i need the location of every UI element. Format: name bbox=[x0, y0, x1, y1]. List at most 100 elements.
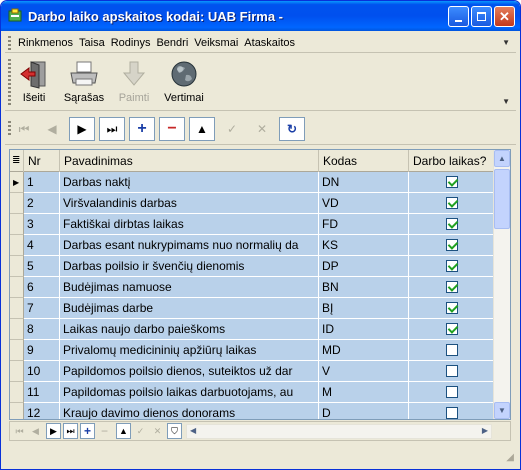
cell-name[interactable]: Faktiškai dirbtas laikas bbox=[60, 214, 319, 235]
row-indicator[interactable] bbox=[10, 214, 24, 235]
cell-work[interactable] bbox=[409, 403, 494, 419]
checked-checkbox[interactable] bbox=[446, 176, 458, 188]
codes-grid[interactable]: ≣ Nr Pavadinimas Kodas Darbo laikas? ▶ 1 D… bbox=[9, 149, 511, 420]
row-indicator[interactable] bbox=[10, 340, 24, 361]
cell-work[interactable] bbox=[409, 235, 494, 256]
nav-next-button[interactable]: ▶ bbox=[69, 117, 95, 141]
row-indicator[interactable] bbox=[10, 403, 24, 419]
bottom-last-button[interactable]: ⏭ bbox=[63, 423, 78, 439]
cell-nr[interactable]: 8 bbox=[24, 319, 60, 340]
table-row[interactable]: 2 Viršvalandinis darbas VD bbox=[10, 193, 494, 214]
checked-checkbox[interactable] bbox=[446, 281, 458, 293]
bottom-post-button[interactable]: ✓ bbox=[133, 423, 148, 439]
checked-checkbox[interactable] bbox=[446, 323, 458, 335]
column-header-nr[interactable]: Nr bbox=[24, 150, 60, 172]
grid-menu-icon[interactable]: ≣ bbox=[10, 150, 24, 172]
cell-work[interactable] bbox=[409, 277, 494, 298]
nav-cancel-button[interactable]: ✕ bbox=[249, 117, 275, 141]
cell-code[interactable]: FD bbox=[319, 214, 409, 235]
cell-name[interactable]: Darbas poilsio ir švenčių dienomis bbox=[60, 256, 319, 277]
table-row[interactable]: 8 Laikas naujo darbo paieškoms ID bbox=[10, 319, 494, 340]
cell-work[interactable] bbox=[409, 172, 494, 193]
nav-prior-button[interactable]: ◀ bbox=[39, 117, 65, 141]
nav-delete-button[interactable]: − bbox=[159, 117, 185, 141]
column-header-code[interactable]: Kodas bbox=[319, 150, 409, 172]
cell-name[interactable]: Laikas naujo darbo paieškoms bbox=[60, 319, 319, 340]
cell-nr[interactable]: 3 bbox=[24, 214, 60, 235]
bottom-prior-button[interactable]: ◀ bbox=[28, 423, 43, 439]
scroll-right-icon[interactable]: ▶ bbox=[482, 426, 488, 435]
column-header-name[interactable]: Pavadinimas bbox=[60, 150, 319, 172]
cell-name[interactable]: Papildomas poilsio laikas darbuotojams, … bbox=[60, 382, 319, 403]
take-button[interactable]: Paimti bbox=[109, 59, 159, 104]
maximize-button[interactable] bbox=[471, 6, 492, 27]
row-indicator[interactable] bbox=[10, 235, 24, 256]
cell-work[interactable] bbox=[409, 193, 494, 214]
horizontal-scrollbar[interactable]: ◀ ▶ bbox=[186, 424, 492, 439]
table-row[interactable]: 9 Privalomų medicininių apžiūrų laikas MD bbox=[10, 340, 494, 361]
cell-work[interactable] bbox=[409, 256, 494, 277]
unchecked-checkbox[interactable] bbox=[446, 365, 458, 377]
list-button[interactable]: Sąrašas bbox=[59, 59, 109, 104]
menu-rodinys[interactable]: Rodinys bbox=[108, 37, 154, 49]
cell-code[interactable]: ID bbox=[319, 319, 409, 340]
checked-checkbox[interactable] bbox=[446, 218, 458, 230]
cell-nr[interactable]: 5 bbox=[24, 256, 60, 277]
cell-name[interactable]: Privalomų medicininių apžiūrų laikas bbox=[60, 340, 319, 361]
row-indicator[interactable] bbox=[10, 319, 24, 340]
bottom-delete-button[interactable]: − bbox=[97, 423, 112, 439]
close-button[interactable]: ✕ bbox=[494, 6, 515, 27]
nav-first-button[interactable]: ⏮ bbox=[11, 117, 37, 141]
bottom-next-button[interactable]: ▶ bbox=[46, 423, 61, 439]
checked-checkbox[interactable] bbox=[446, 239, 458, 251]
cell-code[interactable]: BN bbox=[319, 277, 409, 298]
exit-button[interactable]: Išeiti bbox=[9, 59, 59, 104]
cell-nr[interactable]: 10 bbox=[24, 361, 60, 382]
table-row[interactable]: 10 Papildomos poilsio dienos, suteiktos u… bbox=[10, 361, 494, 382]
cell-code[interactable]: KS bbox=[319, 235, 409, 256]
bottom-filter-button[interactable]: ⛉ bbox=[167, 423, 182, 439]
table-row[interactable]: 11 Papildomas poilsio laikas darbuotojams… bbox=[10, 382, 494, 403]
table-row[interactable]: 12 Kraujo davimo dienos donorams D bbox=[10, 403, 494, 419]
row-indicator[interactable] bbox=[10, 298, 24, 319]
menu-rinkmenos[interactable]: Rinkmenos bbox=[15, 37, 76, 49]
cell-name[interactable]: Darbas esant nukrypimams nuo normalių da bbox=[60, 235, 319, 256]
table-row[interactable]: 3 Faktiškai dirbtas laikas FD bbox=[10, 214, 494, 235]
row-indicator[interactable] bbox=[10, 361, 24, 382]
scroll-left-icon[interactable]: ◀ bbox=[190, 426, 196, 435]
menubar-grip[interactable] bbox=[8, 35, 11, 50]
cell-name[interactable]: Papildomos poilsio dienos, suteiktos už … bbox=[60, 361, 319, 382]
cell-code[interactable]: BĮ bbox=[319, 298, 409, 319]
cell-code[interactable]: DP bbox=[319, 256, 409, 277]
cell-work[interactable] bbox=[409, 340, 494, 361]
unchecked-checkbox[interactable] bbox=[446, 344, 458, 356]
bottom-insert-button[interactable]: + bbox=[80, 423, 95, 439]
cell-nr[interactable]: 4 bbox=[24, 235, 60, 256]
unchecked-checkbox[interactable] bbox=[446, 386, 458, 398]
table-row[interactable]: ▶ 1 Darbas naktį DN bbox=[10, 172, 494, 193]
menu-ataskaitos[interactable]: Ataskaitos bbox=[241, 37, 298, 49]
cell-code[interactable]: VD bbox=[319, 193, 409, 214]
cell-code[interactable]: DN bbox=[319, 172, 409, 193]
cell-code[interactable]: M bbox=[319, 382, 409, 403]
row-indicator[interactable] bbox=[10, 193, 24, 214]
cell-work[interactable] bbox=[409, 361, 494, 382]
toolbar-overflow-icon[interactable]: ▼ bbox=[502, 97, 510, 106]
cell-work[interactable] bbox=[409, 382, 494, 403]
row-indicator[interactable]: ▶ bbox=[10, 172, 24, 193]
scroll-up-button[interactable]: ▲ bbox=[494, 150, 510, 167]
cell-nr[interactable]: 2 bbox=[24, 193, 60, 214]
menu-taisa[interactable]: Taisa bbox=[76, 37, 108, 49]
unchecked-checkbox[interactable] bbox=[446, 407, 458, 419]
nav-edit-button[interactable]: ▲ bbox=[189, 117, 215, 141]
checked-checkbox[interactable] bbox=[446, 302, 458, 314]
cell-code[interactable]: D bbox=[319, 403, 409, 419]
vertical-scrollbar[interactable]: ▲ ▼ bbox=[493, 150, 510, 419]
table-row[interactable]: 4 Darbas esant nukrypimams nuo normalių d… bbox=[10, 235, 494, 256]
row-indicator[interactable] bbox=[10, 277, 24, 298]
row-indicator[interactable] bbox=[10, 382, 24, 403]
translations-button[interactable]: Vertimai bbox=[159, 59, 209, 104]
nav-refresh-button[interactable]: ↻ bbox=[279, 117, 305, 141]
cell-name[interactable]: Viršvalandinis darbas bbox=[60, 193, 319, 214]
title-bar[interactable]: Darbo laiko apskaitos kodai: UAB Firma -… bbox=[1, 1, 520, 31]
